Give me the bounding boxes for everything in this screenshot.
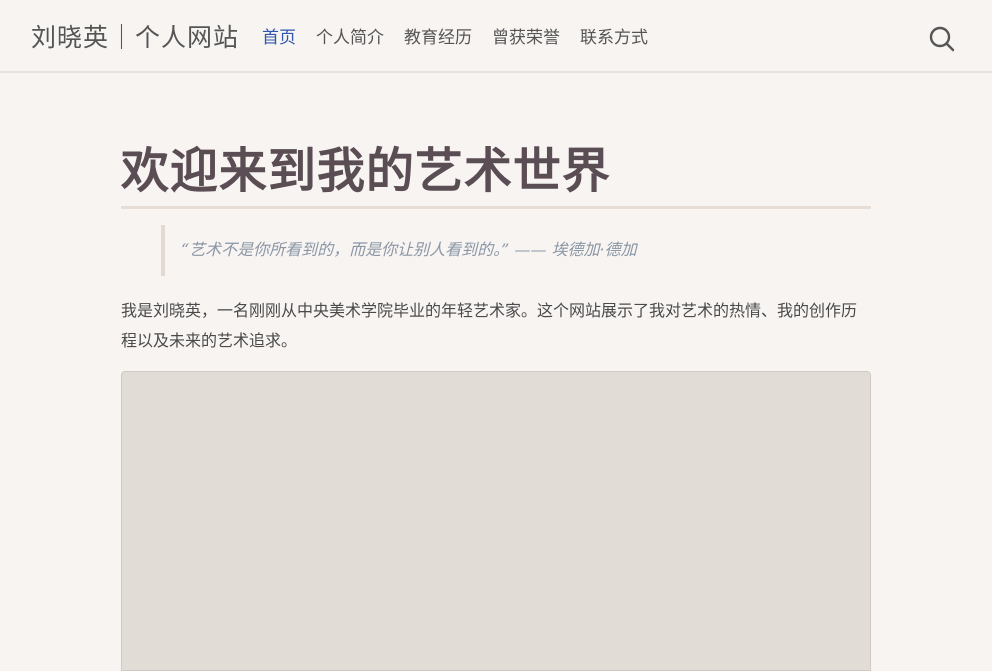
site-title[interactable]: 刘晓英｜个人网站	[31, 20, 239, 56]
nav-education[interactable]: 教育经历	[404, 26, 472, 50]
search-button[interactable]	[926, 23, 958, 55]
top-navigation-bar: 刘晓英｜个人网站 首页 个人简介 教育经历 曾获荣誉 联系方式	[0, 0, 992, 73]
intro-text: 我是刘晓英，一名刚刚从中央美术学院毕业的年轻艺术家。这个网站展示了我对艺术的热情…	[121, 301, 858, 350]
nav-home[interactable]: 首页	[262, 26, 296, 50]
page-title: 欢迎来到我的艺术世界	[121, 140, 871, 209]
nav-profile[interactable]: 个人简介	[316, 26, 384, 50]
nav-contact[interactable]: 联系方式	[580, 26, 648, 50]
quote: “艺术不是你所看到的，而是你让别人看到的。” —— 埃德加·德加	[161, 225, 831, 276]
photo-placeholder	[121, 371, 871, 671]
main-nav: 首页 个人简介 教育经历 曾获荣誉 联系方式	[262, 26, 648, 50]
search-icon	[929, 26, 955, 52]
main-content: 欢迎来到我的艺术世界 “艺术不是你所看到的，而是你让别人看到的。” —— 埃德加…	[121, 140, 871, 372]
nav-honors[interactable]: 曾获荣誉	[492, 26, 560, 50]
